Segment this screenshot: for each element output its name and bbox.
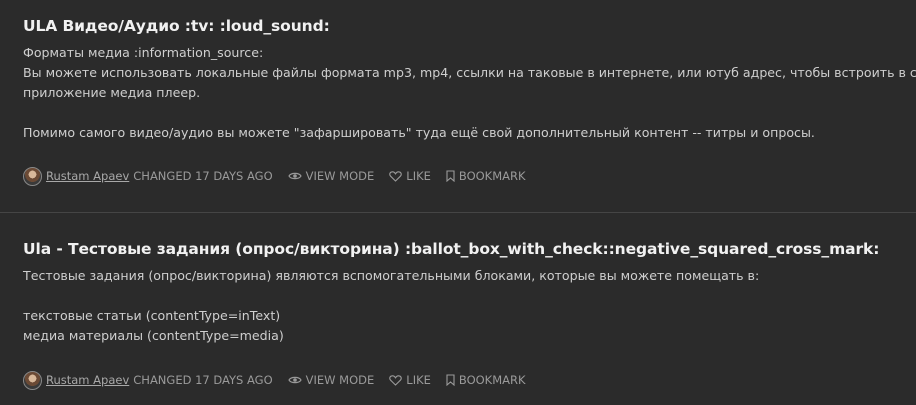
note-title[interactable]: ULA Видео/Аудио :tv: :loud_sound: bbox=[23, 17, 330, 35]
view-mode-button[interactable]: View mode bbox=[287, 169, 375, 183]
note-body-line: текстовые статьи (contentType=inText) bbox=[23, 308, 281, 323]
heart-icon bbox=[389, 170, 403, 182]
like-label: Like bbox=[406, 169, 431, 183]
bookmark-label: Bookmark bbox=[458, 373, 526, 387]
eye-icon bbox=[287, 172, 302, 180]
bookmark-button[interactable]: Bookmark bbox=[446, 373, 526, 387]
view-mode-label: View mode bbox=[305, 373, 375, 387]
note-meta: Rustam Apaev changed 17 days ago View mo… bbox=[23, 370, 541, 390]
note-body-line: приложение медиа плеер. bbox=[23, 85, 201, 100]
bookmark-button[interactable]: Bookmark bbox=[446, 169, 526, 183]
like-button[interactable]: Like bbox=[389, 169, 431, 183]
changed-timestamp: changed 17 days ago bbox=[133, 373, 273, 387]
heart-icon bbox=[389, 374, 403, 386]
bookmark-label: Bookmark bbox=[458, 169, 526, 183]
note-body-line: медиа материалы (contentType=media) bbox=[23, 328, 284, 343]
changed-timestamp: changed 17 days ago bbox=[133, 169, 273, 183]
note-meta: Rustam Apaev changed 17 days ago View mo… bbox=[23, 166, 541, 186]
like-label: Like bbox=[406, 373, 431, 387]
view-mode-button[interactable]: View mode bbox=[287, 373, 375, 387]
note-title[interactable]: Ula - Тестовые задания (опрос/викторина)… bbox=[23, 240, 879, 258]
card-divider bbox=[0, 212, 916, 213]
bookmark-icon bbox=[446, 170, 455, 182]
view-mode-label: View mode bbox=[305, 169, 375, 183]
note-body-line: Помимо самого видео/аудио вы можете "заф… bbox=[23, 125, 815, 140]
note-body-line: Тестовые задания (опрос/викторина) являю… bbox=[23, 268, 760, 283]
note-body-line: Вы можете использовать локальные файлы ф… bbox=[23, 65, 916, 80]
note-body-line: Форматы медиа :information_source: bbox=[23, 45, 264, 60]
bookmark-icon bbox=[446, 374, 455, 386]
like-button[interactable]: Like bbox=[389, 373, 431, 387]
avatar[interactable] bbox=[23, 166, 42, 186]
author-link[interactable]: Rustam Apaev bbox=[46, 373, 129, 387]
avatar[interactable] bbox=[23, 370, 42, 390]
author-link[interactable]: Rustam Apaev bbox=[46, 169, 129, 183]
eye-icon bbox=[287, 376, 302, 384]
